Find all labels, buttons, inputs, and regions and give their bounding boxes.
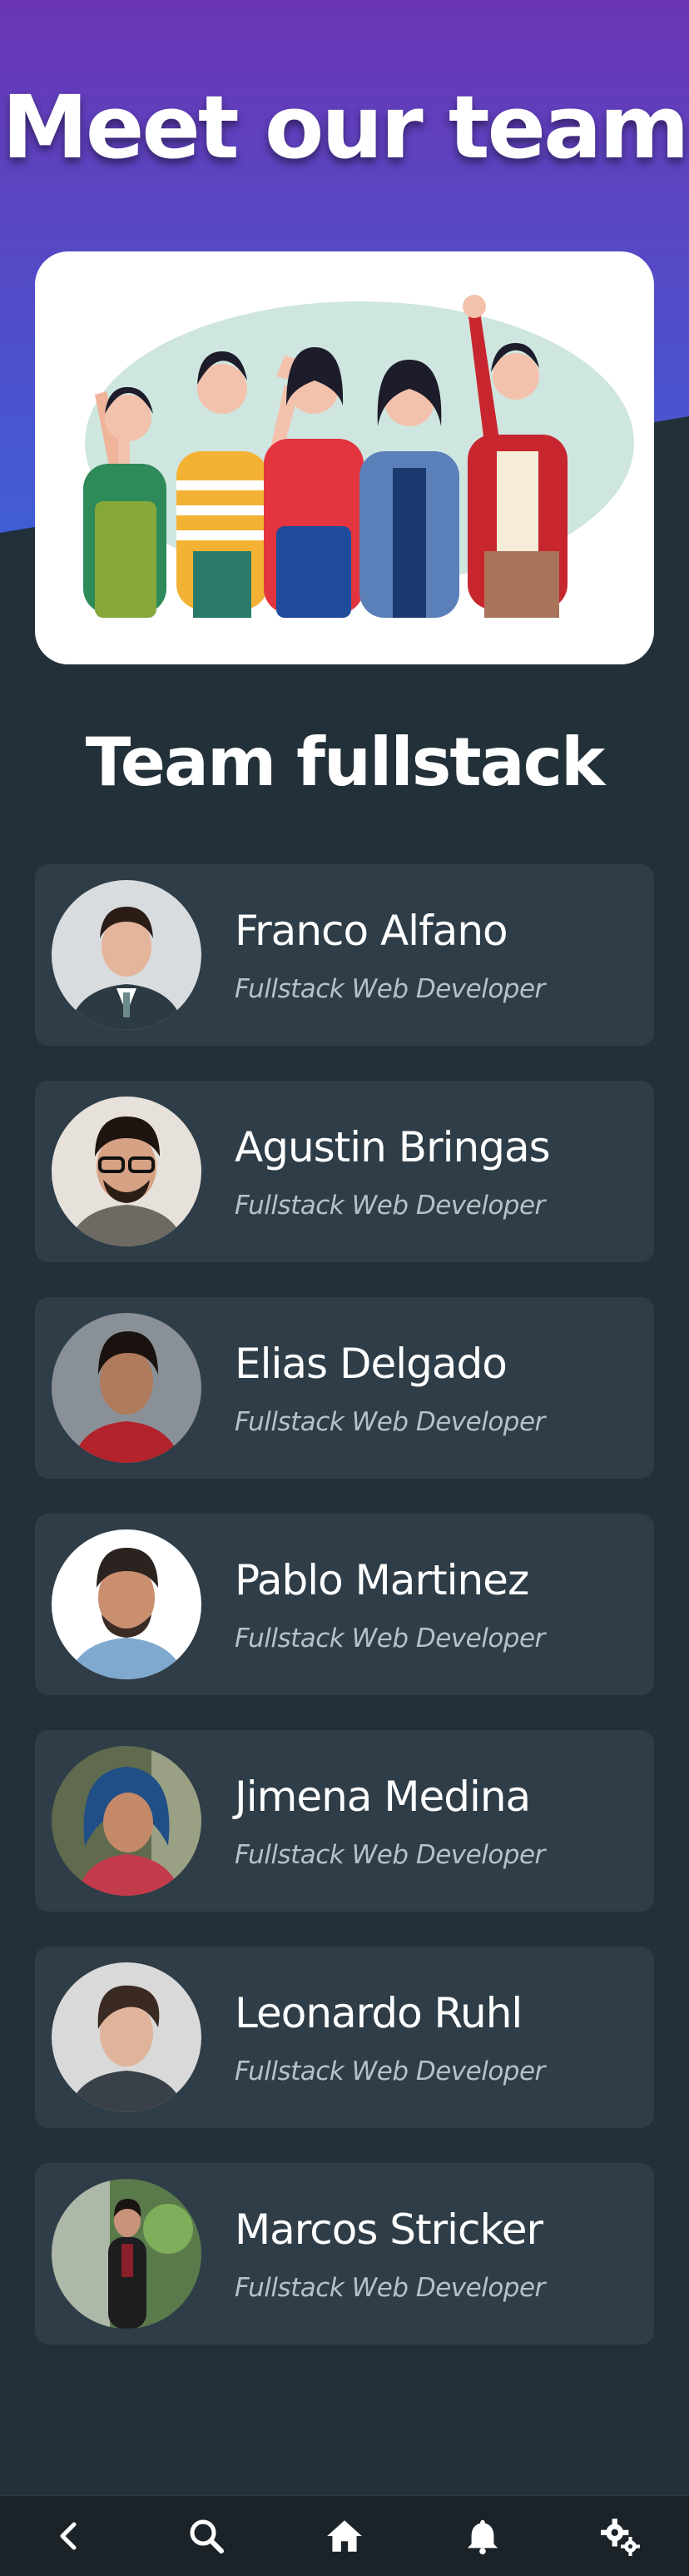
member-card[interactable]: Leonardo Ruhl Fullstack Web Developer [35,1947,654,2128]
team-illustration [83,295,634,618]
search-icon [190,2519,225,2554]
team-members-list: Franco Alfano Fullstack Web Developer Ag… [35,864,654,2380]
avatar [52,1962,201,2112]
back-button[interactable] [36,2503,102,2569]
settings-icon [601,2519,641,2556]
member-name: Leonardo Ruhl [235,1989,523,2037]
member-role: Fullstack Web Developer [235,1191,545,1221]
notifications-button[interactable] [449,2503,516,2569]
home-icon [327,2520,362,2552]
search-button[interactable] [173,2503,240,2569]
member-name: Marcos Stricker [235,2206,543,2254]
member-role: Fullstack Web Developer [235,1407,545,1437]
member-role: Fullstack Web Developer [235,974,545,1004]
member-card[interactable]: Jimena Medina Fullstack Web Developer [35,1730,654,1912]
back-icon [60,2522,77,2550]
bell-icon [467,2519,498,2555]
avatar [52,1097,201,1246]
page-title: Meet our team [2,77,689,178]
member-card[interactable]: Agustin Bringas Fullstack Web Developer [35,1081,654,1262]
avatar [52,2179,201,2329]
member-name: Elias Delgado [235,1340,508,1388]
member-card[interactable]: Franco Alfano Fullstack Web Developer [35,864,654,1046]
section-title: Team fullstack [85,724,605,801]
settings-button[interactable] [587,2503,653,2569]
avatar [52,880,201,1030]
bottom-navigation [0,2494,689,2576]
member-card[interactable]: Pablo Martinez Fullstack Web Developer [35,1514,654,1695]
member-card[interactable]: Elias Delgado Fullstack Web Developer [35,1297,654,1479]
team-illustration-card [35,251,654,664]
member-name: Franco Alfano [235,907,508,955]
member-role: Fullstack Web Developer [235,1840,545,1870]
avatar [52,1313,201,1463]
avatar [52,1746,201,1896]
member-role: Fullstack Web Developer [235,1624,545,1654]
home-button[interactable] [311,2503,378,2569]
member-name: Jimena Medina [235,1773,531,1821]
member-role: Fullstack Web Developer [235,2273,545,2303]
member-name: Agustin Bringas [235,1123,551,1171]
member-role: Fullstack Web Developer [235,2056,545,2086]
avatar [52,1529,201,1679]
member-name: Pablo Martinez [235,1556,529,1604]
member-card[interactable]: Marcos Stricker Fullstack Web Developer [35,2163,654,2345]
